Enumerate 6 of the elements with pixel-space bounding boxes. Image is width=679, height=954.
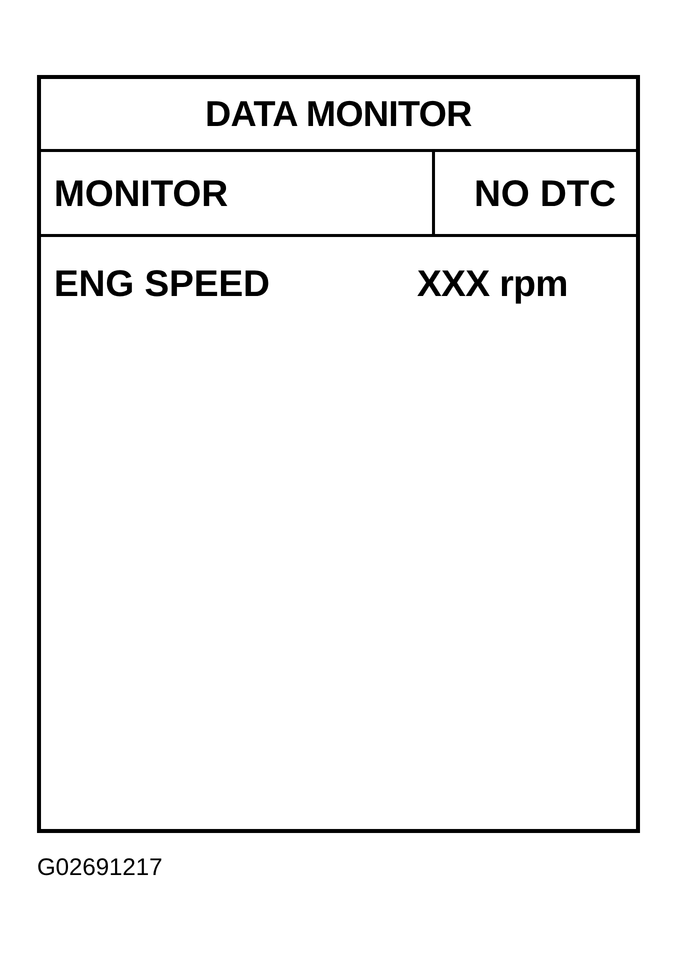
- parameter-value: XXX rpm: [417, 262, 568, 306]
- status-label: NO DTC: [474, 174, 616, 212]
- parameter-name: ENG SPEED: [54, 263, 270, 304]
- figure-code: G02691217: [37, 854, 162, 881]
- mode-label: MONITOR: [54, 174, 228, 212]
- screen-title: DATA MONITOR: [205, 96, 472, 132]
